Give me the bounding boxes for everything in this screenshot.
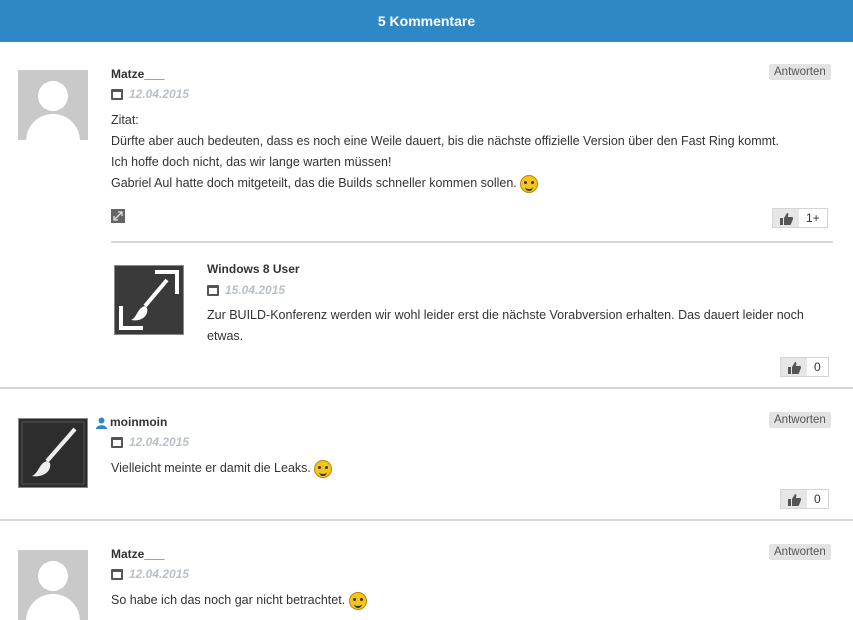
comment-text: Zur BUILD-Konferenz werden wir wohl leid… bbox=[207, 308, 804, 343]
thumbs-up-icon[interactable] bbox=[781, 490, 807, 508]
comments-header: 5 Kommentare bbox=[0, 0, 853, 42]
reply-button[interactable]: Antworten bbox=[769, 64, 831, 80]
comment-date: 12.04.2015 bbox=[111, 87, 189, 101]
reply-button[interactable]: Antworten bbox=[769, 544, 831, 560]
like-count: 0 bbox=[807, 358, 828, 376]
reply-button[interactable]: Antworten bbox=[769, 412, 831, 428]
like-control[interactable]: 0 bbox=[780, 489, 829, 509]
thumbs-up-icon[interactable] bbox=[781, 358, 807, 376]
comment-author[interactable]: Matze___ bbox=[111, 547, 164, 561]
comment-author[interactable]: moinmoin bbox=[110, 415, 167, 429]
avatar bbox=[114, 265, 184, 335]
comment-text: So habe ich das noch gar nicht betrachte… bbox=[111, 590, 367, 611]
smiley-icon bbox=[348, 591, 367, 610]
comment-text: Vielleicht meinte er damit die Leaks. bbox=[111, 458, 333, 479]
user-icon bbox=[96, 416, 107, 434]
like-control[interactable]: 0 bbox=[780, 357, 829, 377]
laughing-smiley-icon bbox=[314, 459, 333, 478]
comment-text: Zitat: Dürfte aber auch bedeuten, dass e… bbox=[111, 110, 841, 194]
like-control[interactable]: 1+ bbox=[772, 208, 828, 228]
calendar-icon bbox=[111, 88, 123, 100]
divider bbox=[0, 519, 853, 521]
comment-date: 15.04.2015 bbox=[207, 283, 285, 297]
comment-author[interactable]: Windows 8 User bbox=[207, 262, 300, 276]
avatar bbox=[18, 550, 88, 620]
calendar-icon bbox=[111, 568, 123, 580]
calendar-icon bbox=[111, 436, 123, 448]
like-count: 0 bbox=[807, 490, 828, 508]
expand-icon[interactable] bbox=[111, 209, 125, 228]
calendar-icon bbox=[207, 284, 219, 296]
comment-author[interactable]: Matze___ bbox=[111, 67, 164, 81]
comment-date: 12.04.2015 bbox=[111, 567, 189, 581]
divider bbox=[111, 241, 833, 243]
thumbs-up-icon[interactable] bbox=[773, 209, 799, 227]
like-count: 1+ bbox=[799, 209, 827, 227]
avatar bbox=[18, 70, 88, 140]
comments-count-title: 5 Kommentare bbox=[377, 13, 476, 29]
divider bbox=[0, 387, 853, 389]
comment-date: 12.04.2015 bbox=[111, 435, 189, 449]
smiley-icon bbox=[520, 174, 539, 193]
avatar bbox=[18, 418, 88, 488]
